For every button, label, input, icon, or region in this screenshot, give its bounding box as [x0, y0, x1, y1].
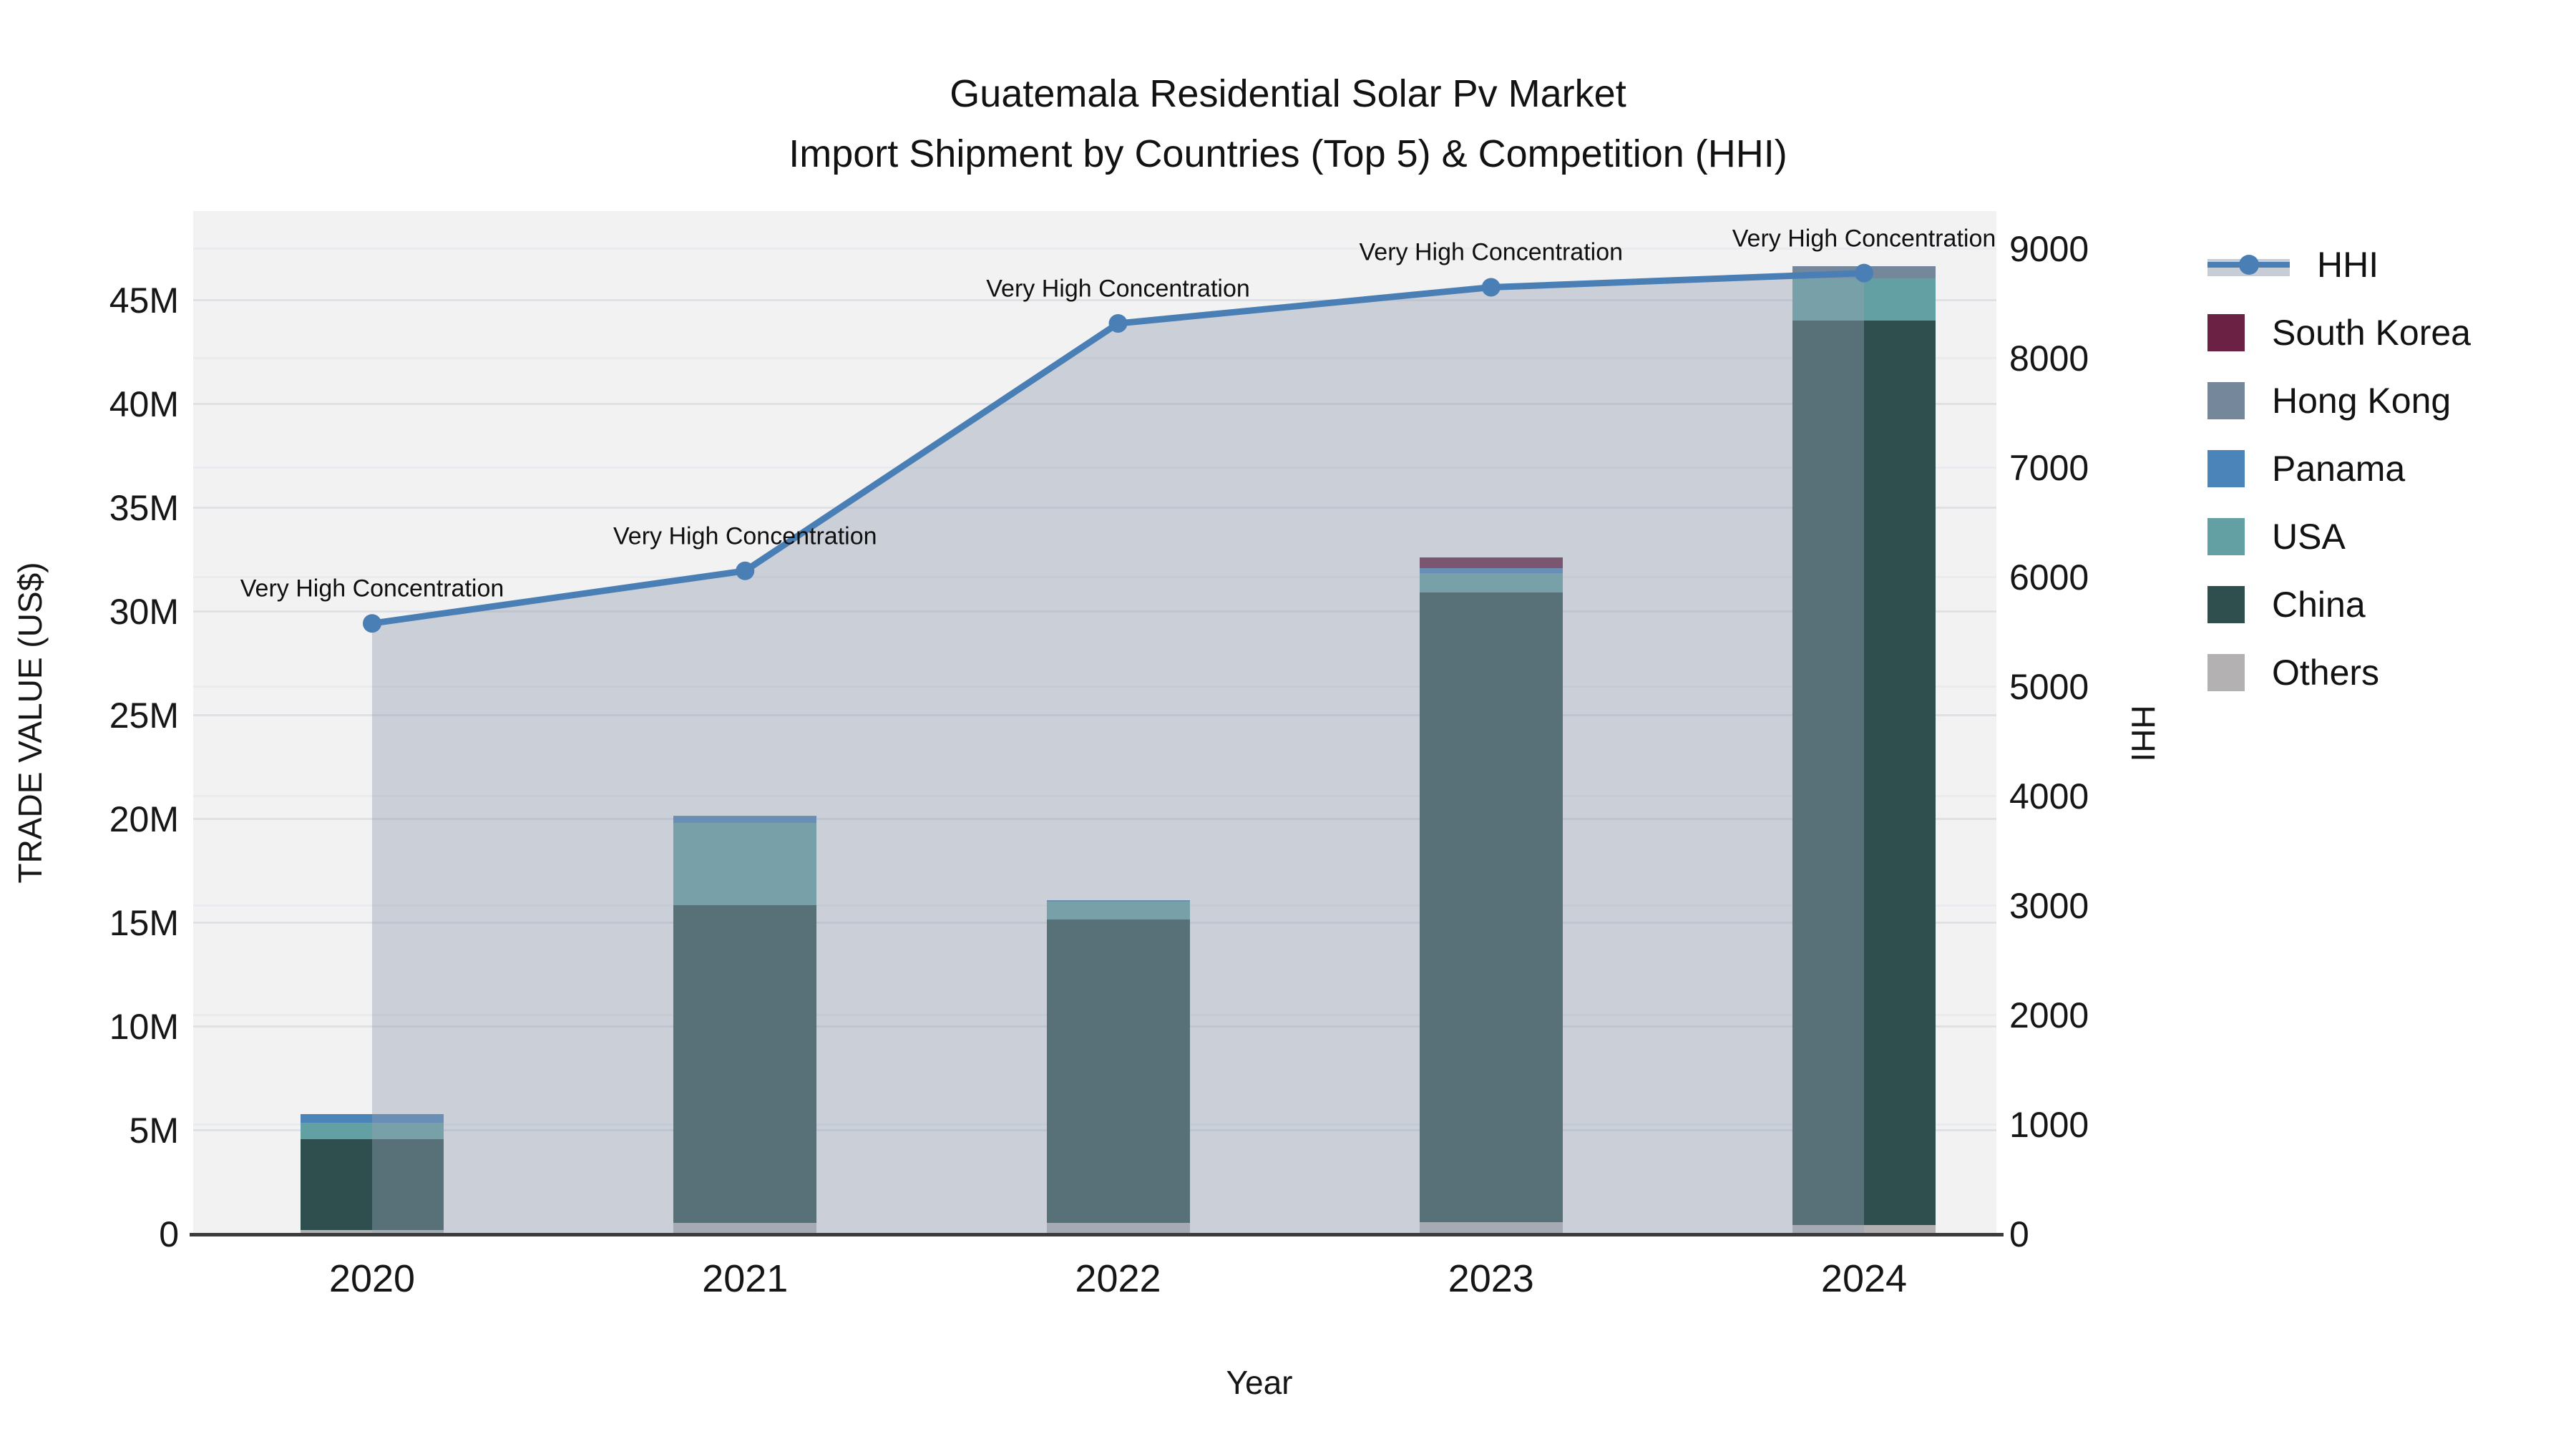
- south-korea-swatch: [2207, 314, 2245, 351]
- legend-item-others[interactable]: Others: [2207, 651, 2379, 694]
- right-tick-label: 9000: [2009, 228, 2089, 269]
- right-axis-title: HHI: [2124, 705, 2162, 762]
- hhi-marker[interactable]: [1108, 313, 1128, 333]
- legend-item-china[interactable]: China: [2207, 583, 2366, 626]
- legend-label: Hong Kong: [2272, 381, 2451, 421]
- left-tick-label: 15M: [109, 902, 179, 943]
- x-tick-label: 2023: [1448, 1257, 1534, 1300]
- right-tick-label: 1000: [2009, 1104, 2089, 1145]
- right-tick-label: 0: [2009, 1214, 2029, 1254]
- usa-swatch: [2207, 518, 2245, 555]
- annotation-very-high-concentration: Very High Concentration: [1359, 238, 1624, 266]
- x-tick-label: 2022: [1075, 1257, 1161, 1300]
- left-tick-label: 30M: [109, 591, 179, 632]
- right-tick-label: 6000: [2009, 557, 2089, 597]
- x-tick-label: 2020: [328, 1257, 416, 1300]
- left-tick-label: 40M: [109, 384, 179, 424]
- figure: Guatemala Residential Solar Pv Market Im…: [0, 0, 2576, 1449]
- annotation-very-high-concentration: Very High Concentration: [986, 275, 1250, 303]
- hhi-line-layer: [363, 263, 1873, 1234]
- left-tick-label: 20M: [109, 799, 179, 839]
- legend-label: Others: [2272, 653, 2380, 693]
- hhi-area-fill: [372, 273, 1864, 1234]
- hong-kong-swatch: [2207, 382, 2245, 419]
- left-tick-label: 35M: [109, 487, 179, 528]
- x-tick-label: 2024: [1820, 1257, 1908, 1300]
- left-tick-label: 10M: [109, 1006, 179, 1047]
- panama-swatch: [2207, 450, 2245, 487]
- right-tick-label: 8000: [2009, 338, 2089, 379]
- annotation-very-high-concentration: Very High Concentration: [613, 522, 877, 550]
- hhi-marker[interactable]: [736, 561, 755, 580]
- x-axis-title: Year: [1226, 1364, 1293, 1401]
- legend-label: China: [2272, 585, 2366, 625]
- left-tick-label: 25M: [109, 695, 179, 736]
- others-swatch: [2207, 654, 2245, 691]
- right-tick-label: 4000: [2009, 776, 2089, 816]
- right-tick-label: 7000: [2009, 447, 2089, 488]
- annotation-very-high-concentration: Very High Concentration: [1732, 225, 1996, 253]
- annotation-very-high-concentration: Very High Concentration: [240, 575, 504, 602]
- right-tick-label: 3000: [2009, 885, 2089, 926]
- chart-title-line1: Guatemala Residential Solar Pv Market: [950, 72, 1626, 115]
- hhi-marker[interactable]: [1855, 263, 1873, 283]
- hhi-marker[interactable]: [363, 614, 381, 633]
- hhi-legend-symbol: [2207, 246, 2290, 283]
- left-tick-label: 45M: [109, 280, 179, 321]
- hhi-marker[interactable]: [1481, 278, 1501, 297]
- china-swatch: [2207, 586, 2245, 623]
- chart-title-line2: Import Shipment by Countries (Top 5) & C…: [789, 132, 1787, 175]
- x-tick-label: 2021: [702, 1257, 789, 1300]
- plot-area: [193, 211, 1996, 1234]
- legend-label: South Korea: [2272, 313, 2471, 353]
- legend-label: USA: [2272, 517, 2346, 557]
- right-tick-label: 2000: [2009, 995, 2089, 1035]
- legend-label: Panama: [2272, 449, 2406, 489]
- right-tick-label: 5000: [2009, 666, 2089, 707]
- legend-item-usa[interactable]: USA: [2207, 515, 2346, 558]
- legend-item-hhi[interactable]: HHI: [2207, 243, 2379, 286]
- legend-item-hong-kong[interactable]: Hong Kong: [2207, 379, 2451, 422]
- left-tick-label: 5M: [129, 1110, 179, 1151]
- legend-label: HHI: [2317, 245, 2379, 285]
- legend-item-panama[interactable]: Panama: [2207, 447, 2405, 490]
- left-tick-label: 0: [159, 1214, 179, 1254]
- x-axis-line: [190, 1233, 2004, 1236]
- hhi-legend-marker: [2239, 255, 2259, 275]
- legend-item-south-korea[interactable]: South Korea: [2207, 311, 2471, 354]
